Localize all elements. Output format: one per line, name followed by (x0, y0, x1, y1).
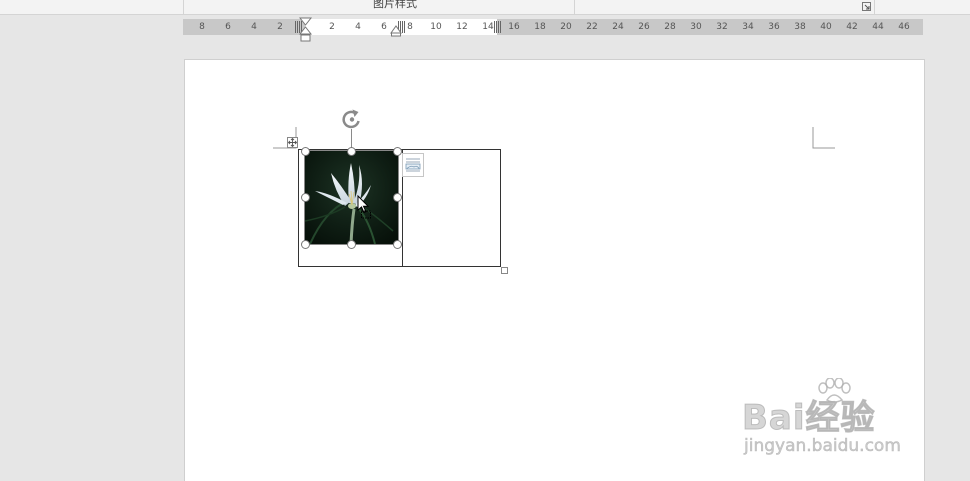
resize-handle-top-left[interactable] (301, 147, 310, 156)
ruler-number: 4 (355, 22, 361, 32)
ruler-number: 2 (329, 22, 335, 32)
first-line-indent-marker[interactable] (299, 17, 313, 44)
layout-options-icon (405, 158, 421, 172)
ribbon-group-strip: 图片样式 (0, 0, 970, 15)
layout-options-button[interactable] (402, 153, 424, 177)
right-indent-marker[interactable] (390, 25, 402, 37)
ruler-number: 20 (560, 22, 572, 32)
margin-corner-mark (812, 127, 835, 149)
selected-picture[interactable] (304, 150, 399, 245)
ruler-number: 46 (898, 22, 910, 32)
table-resize-handle[interactable] (501, 267, 508, 274)
ruler-number: 12 (456, 22, 468, 32)
ruler-number: 28 (664, 22, 676, 32)
resize-handle-top-right[interactable] (393, 147, 402, 156)
ruler-number: 4 (251, 22, 257, 32)
ruler-number: 26 (638, 22, 650, 32)
horizontal-ruler[interactable]: 8 6 4 2 2 4 6 8 10 12 14 16 18 20 22 24 … (183, 19, 923, 35)
ribbon-separator (874, 0, 875, 14)
ruler-number: 32 (716, 22, 728, 32)
ruler-number: 22 (586, 22, 598, 32)
ruler-number: 44 (872, 22, 884, 32)
ruler-number: 2 (277, 22, 283, 32)
ruler-number: 10 (430, 22, 442, 32)
word-window: 图片样式 8 6 4 2 2 4 6 8 10 12 14 16 18 20 2… (0, 0, 970, 481)
ruler-number: 40 (820, 22, 832, 32)
watermark-brand: Bai经验 (742, 398, 876, 439)
ribbon-separator (574, 0, 575, 14)
table-move-handle[interactable] (287, 137, 298, 148)
ribbon-separator (183, 0, 184, 14)
resize-handle-top[interactable] (347, 147, 356, 156)
watermark-url: jingyan.baidu.com (744, 436, 901, 457)
ruler-number: 36 (768, 22, 780, 32)
baidu-jingyan-watermark: Bai经验 jingyan.baidu.com (742, 378, 922, 468)
ruler-number: 18 (534, 22, 546, 32)
ruler-number: 34 (742, 22, 754, 32)
picture-styles-group-label: 图片样式 (373, 0, 417, 10)
dialog-launcher-icon[interactable] (862, 2, 871, 11)
resize-handle-bottom[interactable] (347, 240, 356, 249)
ruler-number: 8 (407, 22, 413, 32)
resize-handle-bottom-right[interactable] (393, 240, 402, 249)
ruler-number: 24 (612, 22, 624, 32)
resize-handle-left[interactable] (301, 193, 310, 202)
ruler-column-marker[interactable] (494, 21, 502, 33)
move-cursor-icon (357, 195, 371, 219)
flower-image (305, 151, 398, 244)
ruler-number: 16 (508, 22, 520, 32)
ruler-number: 30 (690, 22, 702, 32)
resize-handle-right[interactable] (393, 193, 402, 202)
ruler-number: 42 (846, 22, 858, 32)
resize-handle-bottom-left[interactable] (301, 240, 310, 249)
rotate-icon[interactable] (339, 108, 365, 130)
ruler-number: 38 (794, 22, 806, 32)
move-arrows-icon (288, 138, 297, 147)
ruler-number: 6 (225, 22, 231, 32)
ruler-number: 8 (199, 22, 205, 32)
